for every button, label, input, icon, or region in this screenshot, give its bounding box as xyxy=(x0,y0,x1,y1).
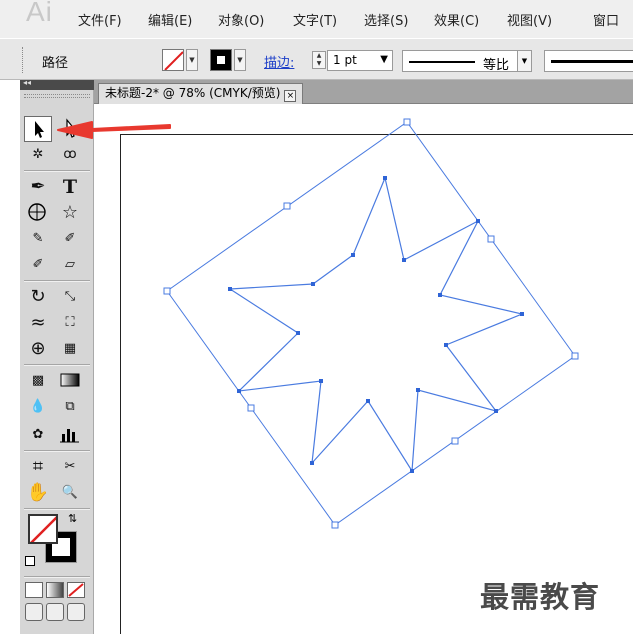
watermark: 最需教育 xyxy=(480,580,601,614)
canvas-artwork[interactable] xyxy=(0,0,633,634)
bounding-box[interactable] xyxy=(166,121,576,526)
anchor-points[interactable] xyxy=(228,176,524,473)
transform-handles[interactable] xyxy=(163,118,579,529)
